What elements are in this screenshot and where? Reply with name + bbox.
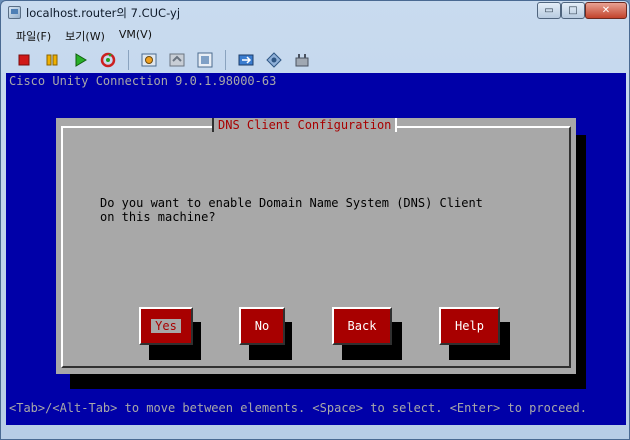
dialog-message-line-1: Do you want to enable Domain Name System… [100, 196, 483, 210]
stop-icon [18, 54, 30, 66]
close-icon: ✕ [601, 5, 611, 16]
dns-config-dialog: DNS Client Configuration Do you want to … [56, 118, 576, 374]
title-bar[interactable]: localhost.router의 7.CUC-yj ▭ □ ✕ [1, 1, 629, 25]
no-button[interactable]: No [239, 307, 285, 345]
menu-bar: 파일(F) 보기(W) VM(V) [6, 28, 626, 44]
pause-button[interactable] [41, 49, 63, 71]
yes-button-label: Yes [151, 319, 181, 333]
pause-icon [46, 54, 58, 66]
reset-button[interactable] [97, 49, 119, 71]
menu-vm[interactable]: VM(V) [119, 28, 152, 44]
revert-snapshot-button[interactable] [166, 49, 188, 71]
help-button[interactable]: Help [439, 307, 500, 345]
snapshot-button[interactable] [138, 49, 160, 71]
stop-button[interactable] [13, 49, 35, 71]
snapshot-icon [141, 53, 157, 67]
console-footer-hint: <Tab>/<Alt-Tab> to move between elements… [9, 401, 587, 415]
play-button[interactable] [69, 49, 91, 71]
maximize-icon: □ [568, 5, 578, 16]
back-button-label: Back [347, 319, 377, 333]
play-icon [75, 53, 87, 67]
toolbar-separator [225, 50, 226, 70]
help-button-label: Help [455, 319, 484, 333]
manage-snapshots-button[interactable] [194, 49, 216, 71]
fullscreen-icon [238, 54, 254, 66]
maximize-button[interactable]: □ [561, 2, 585, 19]
fullscreen-button[interactable] [235, 49, 257, 71]
no-button-label: No [254, 319, 270, 333]
toolbar [6, 47, 626, 73]
manage-snapshots-icon [197, 52, 213, 68]
vm-console[interactable]: Cisco Unity Connection 9.0.1.98000-63 DN… [6, 73, 626, 425]
yes-button[interactable]: Yes [139, 307, 193, 345]
console-settings-icon [295, 54, 309, 67]
menu-file[interactable]: 파일(F) [16, 28, 51, 44]
toolbar-separator [128, 50, 129, 70]
dialog-message: Do you want to enable Domain Name System… [100, 196, 483, 224]
close-button[interactable]: ✕ [585, 2, 627, 19]
unity-button[interactable] [263, 49, 285, 71]
minimize-button[interactable]: ▭ [537, 2, 561, 19]
dialog-message-line-2: on this machine? [100, 210, 216, 224]
unity-icon [266, 52, 282, 68]
back-button[interactable]: Back [332, 307, 392, 345]
reset-icon [100, 52, 116, 68]
vm-window: localhost.router의 7.CUC-yj ▭ □ ✕ 파일(F) 보… [0, 0, 630, 440]
console-header-text: Cisco Unity Connection 9.0.1.98000-63 [9, 74, 277, 88]
minimize-icon: ▭ [544, 5, 554, 16]
dialog-title: DNS Client Configuration [212, 118, 398, 132]
vm-app-icon [8, 6, 21, 19]
menu-view[interactable]: 보기(W) [65, 28, 105, 44]
window-title: localhost.router의 7.CUC-yj [26, 6, 181, 20]
revert-snapshot-icon [169, 53, 185, 67]
console-settings-button[interactable] [291, 49, 313, 71]
